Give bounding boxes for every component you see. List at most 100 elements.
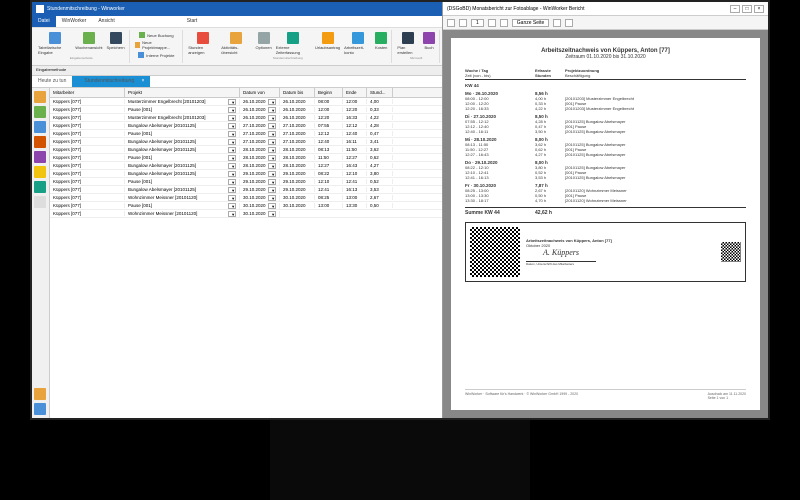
tab-heute[interactable]: Heute zu tun <box>32 76 72 87</box>
sidebar-icon[interactable] <box>34 181 46 193</box>
dropdown-icon[interactable]: ▾ <box>268 163 276 169</box>
btn-stunden-anzeigen[interactable]: Stunden anzeigen <box>187 31 218 56</box>
maximize-button[interactable]: □ <box>742 5 752 13</box>
main-application-window: Stundenmitschreibung - Winworker Datei W… <box>32 2 442 418</box>
dropdown-icon[interactable]: ▾ <box>228 163 236 169</box>
table-row[interactable]: Küppers [077] Musterzimmer Engelbrecht [… <box>50 98 442 106</box>
table-row[interactable]: Küppers [077] Bungalow Abelsmayer [20101… <box>50 138 442 146</box>
table-row[interactable]: Küppers [077] Pause [001]▾28.10.2020▾28.… <box>50 154 442 162</box>
col-ende[interactable]: Ende <box>343 88 367 97</box>
btn-tabellarische[interactable]: Tabellarische Eingabe <box>37 31 72 56</box>
main-title: Stundenmitschreibung - Winworker <box>47 6 125 12</box>
menu-ansicht[interactable]: Ansicht <box>92 16 120 27</box>
col-datum-von[interactable]: Datum von <box>240 88 280 97</box>
dropdown-icon[interactable]: ▾ <box>268 187 276 193</box>
dropdown-icon[interactable]: ▾ <box>228 211 236 217</box>
nav-next-icon[interactable] <box>488 19 496 27</box>
dropdown-icon[interactable]: ▾ <box>268 115 276 121</box>
sidebar-icon[interactable] <box>34 403 46 415</box>
btn-externe[interactable]: Externe Zeiterfassung <box>275 31 312 56</box>
btn-plan[interactable]: Plan erstellen <box>396 31 420 56</box>
dropdown-icon[interactable]: ▾ <box>268 107 276 113</box>
btn-kosten[interactable]: Kosten <box>374 31 388 56</box>
nav-last-icon[interactable] <box>500 19 508 27</box>
menu-datei[interactable]: Datei <box>32 16 56 27</box>
menu-winworker[interactable]: WinWorker <box>56 16 93 27</box>
page-footer: WinWorker · Software für's Handwerk · © … <box>465 389 746 400</box>
sidebar-icon[interactable] <box>34 166 46 178</box>
dropdown-icon[interactable]: ▾ <box>268 171 276 177</box>
dropdown-icon[interactable]: ▾ <box>228 147 236 153</box>
sidebar-icon[interactable] <box>34 106 46 118</box>
dropdown-icon[interactable]: ▾ <box>228 203 236 209</box>
dropdown-icon[interactable]: ▾ <box>268 179 276 185</box>
table-row[interactable]: Küppers [077] Bungalow Abelsmayer [20101… <box>50 162 442 170</box>
minimize-button[interactable]: – <box>730 5 740 13</box>
table-row[interactable]: Küppers [077] Pause [001]▾27.10.2020▾27.… <box>50 130 442 138</box>
btn-neue-projektmappe[interactable]: Neue Projektmappe... <box>134 39 180 51</box>
dropdown-icon[interactable]: ▾ <box>228 99 236 105</box>
table-row[interactable]: Küppers [077] Bungalow Abelsmayer [20101… <box>50 186 442 194</box>
nav-prev-icon[interactable] <box>459 19 467 27</box>
dropdown-icon[interactable]: ▾ <box>268 123 276 129</box>
btn-wochenansicht[interactable]: Wochenansicht <box>74 31 103 56</box>
btn-neue-buchung[interactable]: Neue Buchung <box>138 31 174 39</box>
btn-aktivitaets[interactable]: Aktivitäts-übersicht <box>220 31 252 56</box>
btn-buch[interactable]: Buch <box>422 31 436 56</box>
zoom-out-icon[interactable] <box>553 19 561 27</box>
timesheet-grid[interactable]: Mitarbeiter Projekt Datum von Datum bis … <box>50 88 442 418</box>
dropdown-icon[interactable]: ▾ <box>228 139 236 145</box>
zoom-in-icon[interactable] <box>565 19 573 27</box>
btn-urlaubsantrag[interactable]: Urlaubsantrag <box>314 31 341 56</box>
sidebar-icon[interactable] <box>34 196 46 208</box>
dropdown-icon[interactable]: ▾ <box>228 123 236 129</box>
sidebar-icon[interactable] <box>34 136 46 148</box>
table-row[interactable]: Küppers [077] Bungalow Abelsmayer [20101… <box>50 146 442 154</box>
dropdown-icon[interactable]: ▾ <box>268 155 276 161</box>
dropdown-icon[interactable]: ▾ <box>268 99 276 105</box>
close-button[interactable]: × <box>754 5 764 13</box>
dropdown-icon[interactable]: ▾ <box>268 195 276 201</box>
dropdown-icon[interactable]: ▾ <box>228 107 236 113</box>
zoom-label[interactable]: Ganze Seite <box>512 19 550 27</box>
table-row[interactable]: Küppers [077] Pause [001]▾29.10.2020▾29.… <box>50 178 442 186</box>
sidebar-icon[interactable] <box>34 121 46 133</box>
btn-interne-projekte[interactable]: Interne Projekte <box>137 51 175 59</box>
btn-speichern[interactable]: Speichern <box>106 31 126 56</box>
dropdown-icon[interactable]: ▾ <box>228 171 236 177</box>
dropdown-icon[interactable]: ▾ <box>268 139 276 145</box>
dropdown-icon[interactable]: ▾ <box>228 155 236 161</box>
nav-first-icon[interactable] <box>447 19 455 27</box>
dropdown-icon[interactable]: ▾ <box>228 115 236 121</box>
col-beginn[interactable]: Beginn <box>315 88 343 97</box>
app-icon <box>36 5 44 13</box>
btn-arbeitszeit[interactable]: Arbeitszeit-konto <box>343 31 372 56</box>
btn-optionen[interactable]: Optionen <box>254 31 272 56</box>
sidebar-icon[interactable] <box>34 388 46 400</box>
table-row[interactable]: Küppers [077] Wohnzimmer Meissner [20101… <box>50 194 442 202</box>
dropdown-icon[interactable]: ▾ <box>268 211 276 217</box>
dropdown-icon[interactable]: ▾ <box>228 187 236 193</box>
report-viewport[interactable]: Arbeitszeitnachweis von Küppers, Anton [… <box>443 30 768 418</box>
page-number[interactable]: 1 <box>471 19 484 27</box>
table-row[interactable]: Küppers [077] Bungalow Abelsmayer [20101… <box>50 170 442 178</box>
sidebar-icon[interactable] <box>34 91 46 103</box>
table-row[interactable]: Küppers [077] Pause [001]▾26.10.2020▾26.… <box>50 106 442 114</box>
table-row[interactable]: Küppers [077] Pause [001]▾30.10.2020▾30.… <box>50 202 442 210</box>
col-projekt[interactable]: Projekt <box>125 88 240 97</box>
menu-start[interactable]: Start <box>181 16 204 27</box>
col-stunden[interactable]: Stund... <box>367 88 393 97</box>
dropdown-icon[interactable]: ▾ <box>228 131 236 137</box>
dropdown-icon[interactable]: ▾ <box>228 195 236 201</box>
dropdown-icon[interactable]: ▾ <box>268 131 276 137</box>
sidebar-icon[interactable] <box>34 151 46 163</box>
tab-stunden[interactable]: Stundenmitschreibung × <box>72 76 150 87</box>
col-mitarbeiter[interactable]: Mitarbeiter <box>50 88 125 97</box>
dropdown-icon[interactable]: ▾ <box>268 203 276 209</box>
table-row[interactable]: Küppers [077] Bungalow Abelsmayer [20101… <box>50 122 442 130</box>
table-row[interactable]: Küppers [077] Musterzimmer Engelbrecht [… <box>50 114 442 122</box>
dropdown-icon[interactable]: ▾ <box>268 147 276 153</box>
table-row[interactable]: Küppers [077] Wohnzimmer Meissner [20101… <box>50 210 442 218</box>
col-datum-bis[interactable]: Datum bis <box>280 88 315 97</box>
dropdown-icon[interactable]: ▾ <box>228 179 236 185</box>
